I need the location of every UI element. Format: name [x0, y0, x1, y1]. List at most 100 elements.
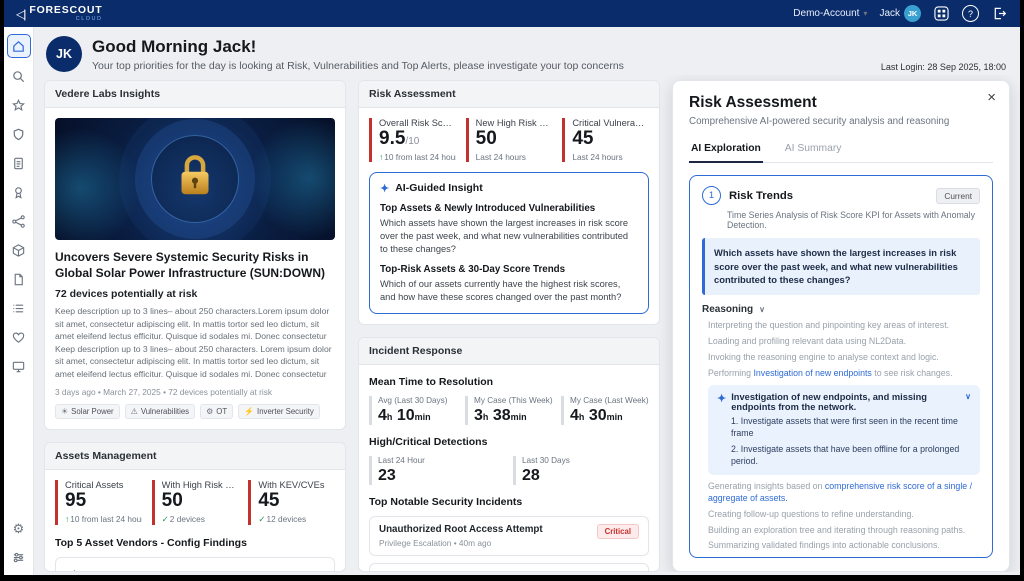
step-title: Risk Trends: [729, 190, 793, 202]
stat-kev-cves: With KEV/CVEs 45 ✓12 devices: [248, 480, 335, 525]
assets-management-card: Assets Management Critical Assets 95 ↑10…: [44, 442, 346, 572]
brand-sub: CLOUD: [76, 17, 103, 23]
sliders-icon[interactable]: [8, 546, 30, 568]
badge-icon[interactable]: [8, 181, 30, 203]
insight-question-1-text[interactable]: Which assets have shown the largest incr…: [380, 217, 638, 256]
stat-high-risk-score: With High Risk Score 50 ✓2 devices: [152, 480, 239, 525]
sparkle-icon: ✦: [717, 392, 726, 405]
mttr-last-week: My Case (Last Week) 4h 30min: [561, 396, 649, 425]
article-tags: ☀Solar Power ⚠Vulnerabilities ⚙OT ⚡Inver…: [55, 404, 335, 419]
risk-assessment-panel: × Risk Assessment Comprehensive AI-power…: [672, 80, 1010, 572]
settings-gear-icon[interactable]: ⚙: [8, 517, 30, 539]
step-description: Time Series Analysis of Risk Score KPI f…: [727, 210, 980, 230]
user-name: Jack: [879, 8, 900, 19]
table-row[interactable]: Cisco System 87findings: [56, 558, 334, 572]
list-item[interactable]: Unauthorized Root Access AttemptPrivileg…: [369, 516, 649, 556]
insight-question-1-title[interactable]: Top Assets & Newly Introduced Vulnerabil…: [380, 203, 638, 214]
up-arrow-icon: ↑: [65, 514, 69, 524]
check-icon: ✓: [258, 514, 265, 524]
current-badge[interactable]: Current: [936, 188, 980, 204]
insight-question-2-title[interactable]: Top-Risk Assets & 30-Day Score Trends: [380, 264, 638, 275]
check-icon: ✓: [162, 514, 169, 524]
report-icon[interactable]: [8, 152, 30, 174]
chevron-down-icon: ∨: [759, 305, 765, 314]
mttr-section-title: Mean Time to Resolution: [369, 376, 649, 388]
vendors-section-title: Top 5 Asset Vendors - Config Findings: [55, 537, 335, 549]
forescout-logo[interactable]: ◁| FORESCOUT CLOUD: [16, 5, 102, 22]
mttr-this-week: My Case (This Week) 3h 38min: [465, 396, 553, 425]
forescout-logo-icon: ◁|: [16, 7, 24, 21]
star-icon[interactable]: [8, 94, 30, 116]
user-avatar: JK: [904, 5, 921, 22]
incident-card-title: Incident Response: [359, 338, 659, 365]
reasoning-line: Creating follow-up questions to refine u…: [708, 509, 980, 521]
network-icon[interactable]: [8, 210, 30, 232]
stat-critical-vulnerabilities: Critical Vulnerabilities 45 Last 24 hour…: [562, 118, 649, 162]
risk-assessment-card: Risk Assessment Overall Risk Score 9.5/1…: [358, 80, 660, 325]
warning-icon: ⚠: [131, 407, 138, 416]
detections-section-title: High/Critical Detections: [369, 436, 649, 448]
article-headline[interactable]: Uncovers Severe Systemic Security Risks …: [55, 249, 335, 281]
vedere-card-title: Vedere Labs Insights: [45, 81, 345, 108]
devices-icon[interactable]: [8, 355, 30, 377]
gear-icon: ⚙: [206, 407, 213, 416]
close-icon[interactable]: ×: [987, 90, 996, 105]
tab-ai-summary[interactable]: AI Summary: [783, 137, 844, 162]
reasoning-line: Building an exploration tree and iterati…: [708, 525, 980, 537]
ai-exploration-box: 1 Risk Trends Current Time Series Analys…: [689, 175, 993, 558]
investigation-box: ✦ Investigation of new endpoints, and mi…: [708, 385, 980, 475]
devices-at-risk: 72 devices potentially at risk: [55, 288, 335, 300]
greeting-header: JK Good Morning Jack! Your top prioritie…: [34, 27, 1020, 75]
vendors-table: Cisco System 87findings Microsoft Corpor…: [55, 557, 335, 572]
article-image: [55, 118, 335, 240]
apps-grid-icon[interactable]: [933, 5, 950, 22]
reasoning-toggle[interactable]: Reasoning ∨: [702, 304, 980, 315]
investigation-item[interactable]: 2. Investigate assets that have been off…: [717, 444, 971, 468]
sun-icon: ☀: [61, 407, 68, 416]
reasoning-steps: Interpreting the question and pinpointin…: [702, 320, 980, 552]
investigation-item[interactable]: 1. Investigate assets that were first se…: [717, 416, 971, 440]
greeting-subtitle: Your top priorities for the day is looki…: [92, 60, 624, 72]
ai-insight-title: AI-Guided Insight: [395, 182, 483, 194]
detections-24h: Last 24 Hour 23: [369, 456, 505, 485]
left-sidebar: ⚙: [4, 27, 34, 575]
tab-ai-exploration[interactable]: AI Exploration: [689, 137, 763, 163]
stat-new-high-risk-devices: New High Risk Devices 50 Last 24 hours: [466, 118, 553, 162]
detections-30d: Last 30 Days 28: [513, 456, 649, 485]
incident-response-card: Incident Response Mean Time to Resolutio…: [358, 337, 660, 572]
exploration-question: Which assets have shown the largest incr…: [702, 238, 980, 295]
reasoning-line: Invoking the reasoning engine to analyse…: [708, 352, 980, 364]
chevron-down-icon: ∨: [965, 392, 971, 401]
tag-solar-power[interactable]: ☀Solar Power: [55, 404, 120, 419]
status-badge: Critical: [597, 524, 639, 539]
list-item[interactable]: Suspicious API Activity PatternAPI Abuse…: [369, 563, 649, 572]
shield-icon[interactable]: [8, 123, 30, 145]
tag-inverter-security[interactable]: ⚡Inverter Security: [238, 404, 320, 419]
assets-cube-icon[interactable]: [8, 239, 30, 261]
reasoning-line: Interpreting the question and pinpointin…: [708, 320, 980, 332]
account-dropdown[interactable]: Demo-Account ▾: [793, 8, 867, 19]
panel-tabs: AI Exploration AI Summary: [689, 137, 993, 163]
tag-vulnerabilities[interactable]: ⚠Vulnerabilities: [125, 404, 195, 419]
investigation-toggle[interactable]: ✦ Investigation of new endpoints, and mi…: [717, 392, 971, 412]
help-icon[interactable]: ?: [962, 5, 979, 22]
tag-ot[interactable]: ⚙OT: [200, 404, 233, 419]
list-icon[interactable]: [8, 297, 30, 319]
article-description: Keep description up to 3 lines– about 25…: [55, 305, 335, 380]
vedere-labs-card: Vedere Labs Insights: [44, 80, 346, 430]
logout-icon[interactable]: [991, 5, 1008, 22]
health-icon[interactable]: [8, 326, 30, 348]
panel-title: Risk Assessment: [689, 94, 993, 112]
search-icon[interactable]: [8, 65, 30, 87]
account-name: Demo-Account: [793, 8, 859, 19]
avatar: JK: [46, 36, 82, 72]
home-icon[interactable]: [7, 34, 31, 58]
user-menu[interactable]: Jack JK: [879, 5, 921, 22]
bolt-icon: ⚡: [244, 407, 254, 416]
reasoning-line: Generating insights based on comprehensi…: [708, 481, 980, 505]
document-icon[interactable]: [8, 268, 30, 290]
insight-question-2-text[interactable]: Which of our assets currently have the h…: [380, 278, 638, 304]
reasoning-line: Summarizing validated findings into acti…: [708, 540, 980, 552]
reasoning-line: Performing Investigation of new endpoint…: [708, 368, 980, 380]
up-arrow-icon: ↑: [379, 152, 383, 162]
